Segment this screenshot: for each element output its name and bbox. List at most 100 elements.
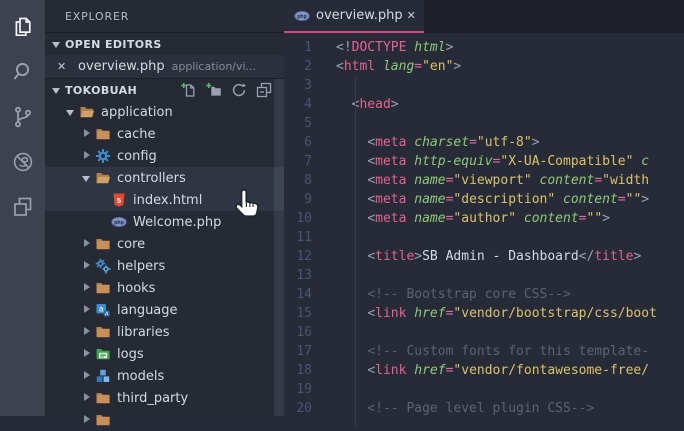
activitybar-item-debug[interactable] [11, 150, 35, 174]
editor-area: php overview.php ✕ 1<!DOCTYPE html>2<htm… [284, 0, 684, 416]
folder [95, 280, 111, 296]
svg-text:php: php [114, 220, 124, 226]
tree-item-logs[interactable]: logs [45, 343, 284, 365]
indent-guide [355, 76, 356, 428]
tree-item-libraries[interactable]: libraries [45, 321, 284, 343]
code-line[interactable]: 15 <link href="vendor/bootstrap/css/boot [284, 304, 684, 323]
code-line[interactable]: 9 <meta name="description" content=""> [284, 190, 684, 209]
code-line[interactable]: 12 <title>SB Admin - Dashboard</title> [284, 247, 684, 266]
file-html: 5 [111, 192, 127, 208]
tree-item-label: hooks [117, 281, 155, 296]
sidebar-scrollbar[interactable] [274, 79, 284, 416]
code-line[interactable]: 5 [284, 114, 684, 133]
code-text: <meta charset="utf-8"> [336, 133, 540, 152]
code-line[interactable]: 8 <meta name="viewport" content="width [284, 171, 684, 190]
tab-bar: php overview.php ✕ [284, 0, 684, 33]
tree-item-controllers[interactable]: controllers [45, 167, 284, 189]
folder-config [95, 148, 111, 164]
tree-item-third_party[interactable]: third_party [45, 387, 284, 409]
line-number: 20 [284, 399, 336, 418]
debug-icon [11, 150, 35, 174]
code-text: <link href="vendor/fontawesome-free/ [336, 361, 649, 380]
line-number: 14 [284, 285, 336, 304]
tree-item-models[interactable]: models [45, 365, 284, 387]
file-php: php [111, 214, 127, 230]
open-editor-filepath: application/vi... [172, 60, 256, 73]
new-file-button[interactable] [181, 82, 197, 98]
refresh-button[interactable] [231, 82, 247, 98]
code-line[interactable]: 1<!DOCTYPE html> [284, 38, 684, 57]
new-folder-button[interactable] [206, 82, 222, 98]
line-number: 5 [284, 114, 336, 133]
tree-item-label: controllers [117, 171, 186, 186]
code-line[interactable]: 14 <!-- Bootstrap core CSS--> [284, 285, 684, 304]
file-tree: application cacheconfig controllers 5index.… [45, 101, 284, 431]
code-text: <!-- Bootstrap core CSS--> [336, 285, 571, 304]
activitybar-item-source-control[interactable] [11, 105, 35, 129]
code-text: <html lang="en"> [336, 57, 461, 76]
line-number: 19 [284, 380, 336, 399]
source-control-icon [11, 105, 35, 129]
line-number: 15 [284, 304, 336, 323]
activitybar-item-extensions[interactable] [11, 195, 35, 219]
line-number: 9 [284, 190, 336, 209]
tree-item-partial[interactable] [45, 409, 284, 431]
collapse-all-button[interactable] [256, 82, 272, 98]
tree-item-Welcome.php[interactable]: phpWelcome.php [45, 211, 284, 233]
code-line[interactable]: 3 [284, 76, 684, 95]
code-line[interactable]: 7 <meta http-equiv="X-UA-Compatible" c [284, 152, 684, 171]
code-line[interactable]: 6 <meta charset="utf-8"> [284, 133, 684, 152]
tree-item-index.html[interactable]: 5index.html [45, 189, 284, 211]
code-line[interactable]: 20 <!-- Page level plugin CSS--> [284, 399, 684, 418]
tab-overview-php[interactable]: php overview.php ✕ [284, 0, 424, 33]
extensions-icon [11, 195, 35, 219]
code-text: <meta name="description" content=""> [336, 190, 649, 209]
code-line[interactable]: 18 <link href="vendor/fontawesome-free/ [284, 361, 684, 380]
files-icon [11, 15, 35, 39]
code-line[interactable]: 2<html lang="en"> [284, 57, 684, 76]
code-editor[interactable]: 1<!DOCTYPE html>2<html lang="en">34 <hea… [284, 33, 684, 418]
code-line[interactable]: 13 [284, 266, 684, 285]
tree-item-hooks[interactable]: hooks [45, 277, 284, 299]
workspace-actions [181, 82, 284, 98]
code-line[interactable]: 11 [284, 228, 684, 247]
line-number: 17 [284, 342, 336, 361]
line-number: 7 [284, 152, 336, 171]
tree-item-cache[interactable]: cache [45, 123, 284, 145]
open-editor-item[interactable]: ✕phpoverview.phpapplication/vi... [45, 55, 284, 78]
folder [95, 390, 111, 406]
tree-item-label: logs [117, 347, 144, 362]
line-number: 18 [284, 361, 336, 380]
line-number: 12 [284, 247, 336, 266]
tree-item-config[interactable]: config [45, 145, 284, 167]
activitybar-item-search[interactable] [11, 60, 35, 84]
code-line[interactable]: 19 [284, 380, 684, 399]
tree-item-application[interactable]: application [45, 101, 284, 123]
tree-item-core[interactable]: core [45, 233, 284, 255]
svg-text:a: a [99, 305, 104, 314]
code-line[interactable]: 10 <meta name="author" content=""> [284, 209, 684, 228]
svg-text:php: php [297, 14, 307, 20]
line-number: 16 [284, 323, 336, 342]
workspace-header[interactable]: TOKOBUAH [45, 78, 284, 101]
close-icon[interactable]: ✕ [403, 9, 416, 22]
code-line[interactable]: 16 [284, 323, 684, 342]
line-number: 1 [284, 38, 336, 57]
activitybar-item-files[interactable] [11, 15, 35, 39]
close-icon[interactable]: ✕ [57, 60, 73, 73]
code-line[interactable]: 4 <head> [284, 95, 684, 114]
tree-item-label: models [117, 369, 164, 384]
code-text: <link href="vendor/bootstrap/css/boot [336, 304, 657, 323]
folder-logs [95, 346, 111, 362]
open-editors-header[interactable]: OPEN EDITORS [45, 32, 284, 55]
tree-item-label: application [101, 105, 173, 120]
open-editors-label: OPEN EDITORS [65, 38, 162, 51]
folder-open [95, 170, 111, 186]
folder [95, 236, 111, 252]
open-editor-filename: overview.php [78, 59, 165, 74]
tree-item-helpers[interactable]: helpers [45, 255, 284, 277]
code-line[interactable]: 17 <!-- Custom fonts for this template- [284, 342, 684, 361]
tree-item-language[interactable]: aAlanguage [45, 299, 284, 321]
code-text: <!-- Page level plugin CSS--> [336, 399, 594, 418]
line-number: 8 [284, 171, 336, 190]
